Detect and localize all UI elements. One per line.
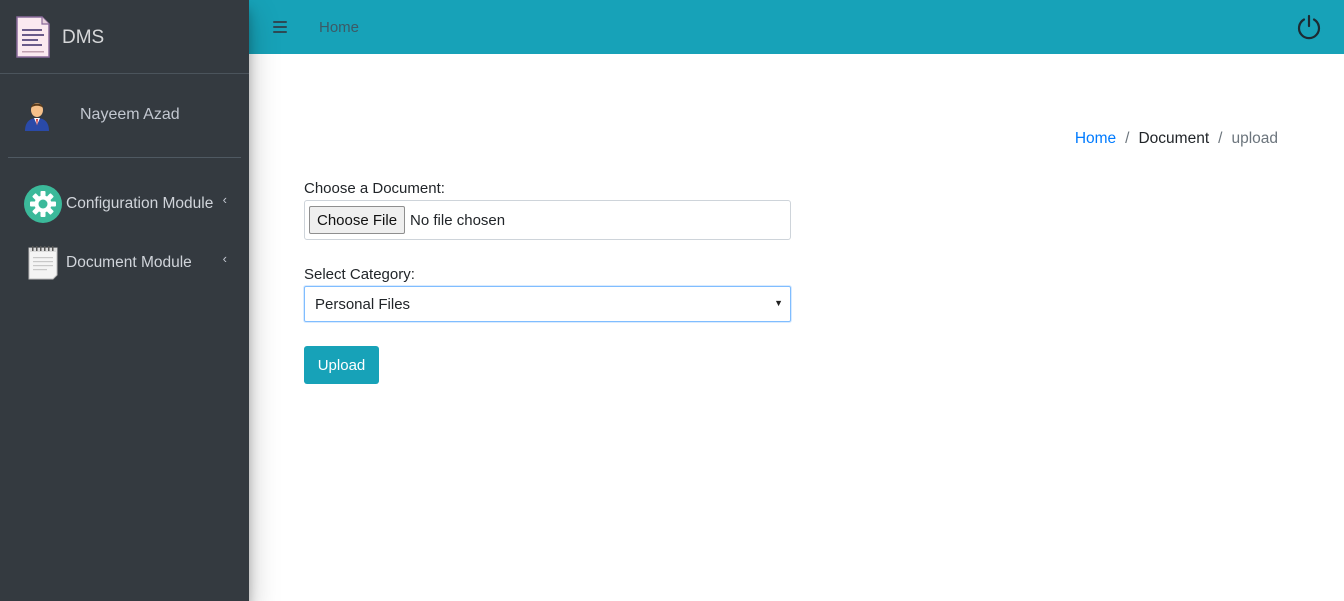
gear-icon [23,184,63,224]
document-icon [16,15,50,58]
category-label: Select Category: [304,266,415,283]
breadcrumb-home[interactable]: Home [1075,130,1116,148]
caret-down-icon: ▼ [774,298,783,308]
user-panel[interactable]: Nayeem Azad [8,74,241,158]
chevron-left-icon: ‹ [222,192,227,207]
user-name: Nayeem Azad [80,105,180,123]
file-input[interactable]: Choose File No file chosen [304,200,791,240]
sidebar-item-configuration-module[interactable]: Configuration Module ‹ [0,174,249,233]
category-selected-value: Personal Files [315,295,411,313]
sidebar-nav: Configuration Module ‹ Document Module ‹ [0,174,249,292]
breadcrumb-separator: / [1125,130,1130,147]
breadcrumb-current: upload [1231,130,1278,147]
category-select[interactable]: Personal Files ▼ [304,286,791,322]
sidebar-item-label: Document Module [66,253,192,271]
brand-name: DMS [62,26,105,48]
upload-form: Choose a Document: Choose File No file c… [304,180,791,384]
main-content: Home / Document / upload Choose a Docume… [249,54,1344,601]
chevron-left-icon: ‹ [222,251,227,266]
sidebar-item-label: Configuration Module [66,194,214,212]
choose-file-button[interactable]: Choose File [309,206,406,234]
sidebar: DMS Nayeem Azad Configuration Module ‹ D… [0,0,249,601]
sidebar-item-document-module[interactable]: Document Module ‹ [0,233,249,292]
file-status: No file chosen [410,211,506,229]
hamburger-icon[interactable] [273,21,287,33]
notepad-icon [23,243,63,283]
breadcrumb-separator: / [1218,130,1223,147]
breadcrumb: Home / Document / upload [1075,130,1278,148]
power-icon[interactable] [1296,14,1322,40]
upload-button[interactable]: Upload [304,346,379,384]
breadcrumb-document: Document [1138,130,1210,147]
businessman-avatar-icon [25,102,49,131]
file-label: Choose a Document: [304,180,445,197]
top-home-link[interactable]: Home [319,19,359,36]
top-navbar: Home [249,0,1344,54]
brand-link[interactable]: DMS [0,0,249,74]
